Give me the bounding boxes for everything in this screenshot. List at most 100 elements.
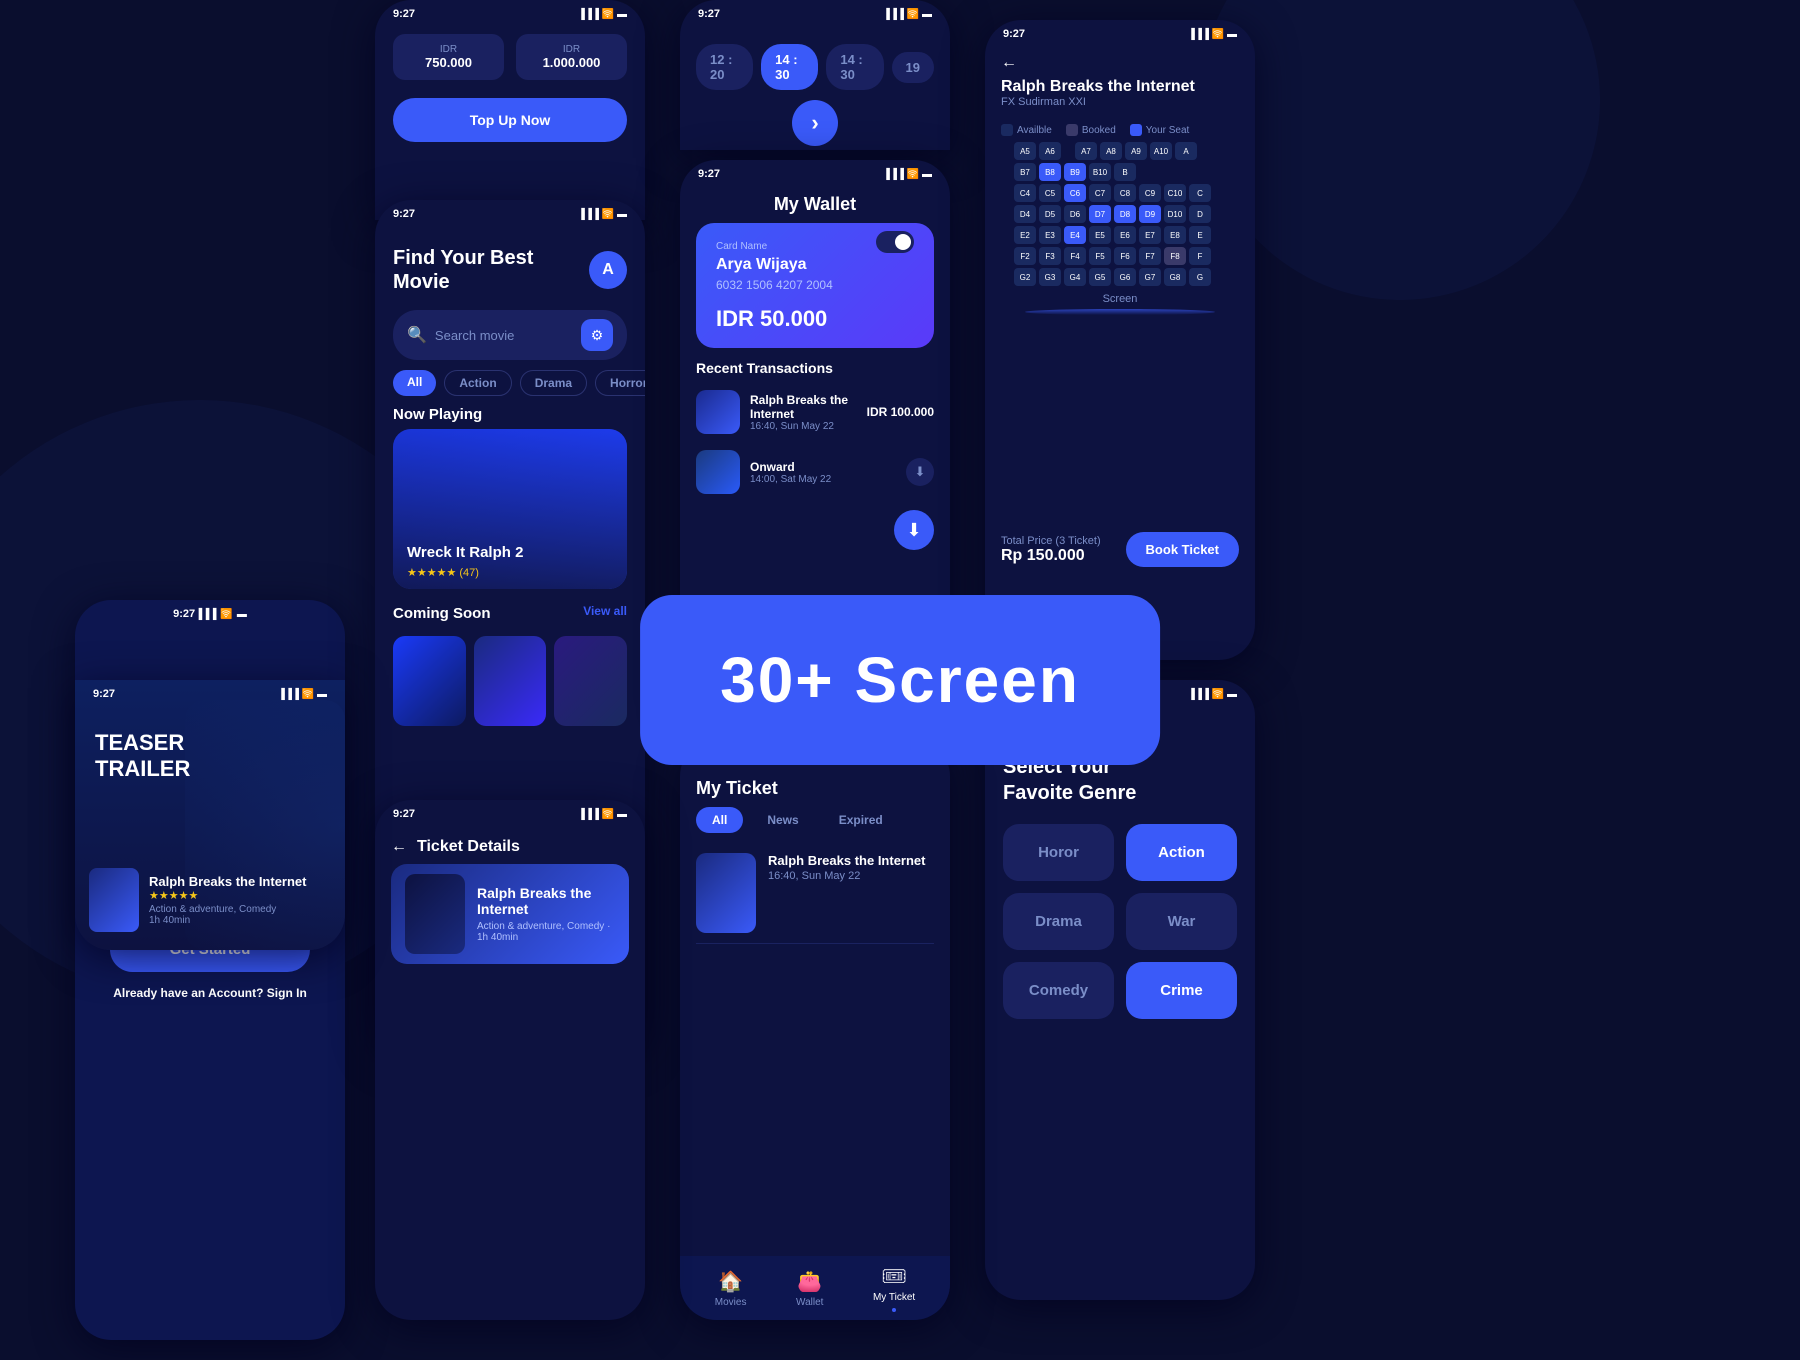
ticket-tab-all[interactable]: All	[696, 807, 743, 833]
ticket-item-1: Ralph Breaks the Internet 16:40, Sun May…	[680, 843, 950, 943]
seat-c10[interactable]: C10	[1164, 184, 1186, 202]
seat-e5[interactable]: E5	[1089, 226, 1111, 244]
seat-c9[interactable]: C9	[1139, 184, 1161, 202]
ticket-tabs: All News Expired	[680, 807, 950, 843]
nav-ticket-t[interactable]: 🎟 My Ticket	[873, 1264, 915, 1312]
time-chip-1430[interactable]: 14 : 30	[826, 44, 883, 90]
seat-d7[interactable]: D7	[1089, 205, 1111, 223]
coming-soon-card-2[interactable]	[474, 636, 547, 726]
seat-f8[interactable]: F8	[1164, 247, 1186, 265]
seat-f6[interactable]: F6	[1114, 247, 1136, 265]
seat-b8[interactable]: B8	[1039, 163, 1061, 181]
legend-available: Availble	[1001, 124, 1052, 136]
nav-wallet-t[interactable]: 👛 Wallet	[796, 1269, 823, 1308]
seat-d10[interactable]: D10	[1164, 205, 1186, 223]
seat-e6[interactable]: E6	[1114, 226, 1136, 244]
seat-b9[interactable]: B9	[1064, 163, 1086, 181]
seat-f2[interactable]: F2	[1014, 247, 1036, 265]
featured-movie-card[interactable]: Wreck It Ralph 2 ★★★★★ (47)	[393, 429, 627, 589]
seat-d8[interactable]: D8	[1114, 205, 1136, 223]
seat-g6[interactable]: G6	[1114, 268, 1136, 286]
seat-c4[interactable]: C4	[1014, 184, 1036, 202]
signin-prompt: Already have an Account? Sign In	[113, 986, 307, 1000]
seat-cinema: FX Sudirman XXI	[1001, 96, 1239, 108]
status-bar-wallet-full: 9:27 ▐▐▐ 🛜 ▬	[680, 160, 950, 184]
genre-drama[interactable]: Drama	[1003, 893, 1114, 950]
seat-au[interactable]: A	[1175, 142, 1197, 160]
view-all-link[interactable]: View all	[583, 604, 627, 618]
seat-e3[interactable]: E3	[1039, 226, 1061, 244]
seat-a10[interactable]: A10	[1150, 142, 1172, 160]
ticket-tab-expired[interactable]: Expired	[823, 807, 899, 833]
seat-d6[interactable]: D6	[1064, 205, 1086, 223]
seat-d5[interactable]: D5	[1039, 205, 1061, 223]
seat-g[interactable]: G	[1189, 268, 1211, 286]
seat-c7[interactable]: C7	[1089, 184, 1111, 202]
seat-footer: Total Price (3 Ticket) Rp 150.000 Book T…	[985, 522, 1255, 577]
seat-f[interactable]: F	[1189, 247, 1211, 265]
genre-tab-drama[interactable]: Drama	[520, 370, 587, 396]
filter-button[interactable]: ⚙	[581, 319, 613, 351]
time-chip-19[interactable]: 19	[892, 52, 934, 83]
topup-button[interactable]: Top Up Now	[393, 98, 627, 142]
coming-soon-card-1[interactable]	[393, 636, 466, 726]
nav-movies-t[interactable]: 🏠 Movies	[715, 1269, 747, 1308]
seat-f7[interactable]: F7	[1139, 247, 1161, 265]
genre-horor[interactable]: Horor	[1003, 824, 1114, 881]
sign-in-link[interactable]: Sign In	[267, 986, 307, 1000]
teaser-stars: ★★★★★	[149, 889, 307, 902]
seat-e4[interactable]: E4	[1064, 226, 1086, 244]
seat-f5[interactable]: F5	[1089, 247, 1111, 265]
seat-a5[interactable]: A5	[1014, 142, 1036, 160]
coming-soon-card-3[interactable]	[554, 636, 627, 726]
back-button-tdetail[interactable]: ←	[391, 838, 407, 856]
seat-c8[interactable]: C8	[1114, 184, 1136, 202]
genre-comedy[interactable]: Comedy	[1003, 962, 1114, 1019]
seat-d9[interactable]: D9	[1139, 205, 1161, 223]
seat-d[interactable]: D	[1189, 205, 1211, 223]
genre-war[interactable]: War	[1126, 893, 1237, 950]
time-chip-1430-selected[interactable]: 14 : 30	[761, 44, 818, 90]
next-button[interactable]: ›	[792, 100, 838, 146]
seat-e2[interactable]: E2	[1014, 226, 1036, 244]
coming-soon-label: Coming Soon	[393, 595, 491, 626]
seat-a9[interactable]: A9	[1125, 142, 1147, 160]
seat-a6[interactable]: A6	[1039, 142, 1061, 160]
seat-e8[interactable]: E8	[1164, 226, 1186, 244]
seat-b10[interactable]: B10	[1089, 163, 1111, 181]
seat-g7[interactable]: G7	[1139, 268, 1161, 286]
seat-b[interactable]: B	[1114, 163, 1136, 181]
genre-crime[interactable]: Crime	[1126, 962, 1237, 1019]
search-bar[interactable]: 🔍 Search movie ⚙	[393, 310, 627, 360]
seat-c6[interactable]: C6	[1064, 184, 1086, 202]
time-chip-1220[interactable]: 12 : 20	[696, 44, 753, 90]
trans-amount-1: IDR 100.000	[867, 405, 934, 419]
seat-g8[interactable]: G8	[1164, 268, 1186, 286]
seat-b7[interactable]: B7	[1014, 163, 1036, 181]
seat-f4[interactable]: F4	[1064, 247, 1086, 265]
seat-row-a: A5 A6 A7 A8 A9 A10 A	[995, 142, 1245, 160]
genre-tab-action[interactable]: Action	[444, 370, 511, 396]
seat-c[interactable]: C	[1189, 184, 1211, 202]
genre-action[interactable]: Action	[1126, 824, 1237, 881]
seat-a7[interactable]: A7	[1075, 142, 1097, 160]
seat-g4[interactable]: G4	[1064, 268, 1086, 286]
wallet-toggle[interactable]	[876, 231, 914, 253]
teaser-movie-info: Ralph Breaks the Internet ★★★★★ Action &…	[89, 868, 331, 932]
seat-row-d: D4 D5 D6 D7 D8 D9 D10 D	[995, 205, 1245, 223]
seat-g3[interactable]: G3	[1039, 268, 1061, 286]
seat-g5[interactable]: G5	[1089, 268, 1111, 286]
book-ticket-button[interactable]: Book Ticket	[1126, 532, 1239, 567]
ticket-tab-news[interactable]: News	[751, 807, 814, 833]
genre-tab-all[interactable]: All	[393, 370, 436, 396]
fab-download-button[interactable]: ⬇	[894, 510, 934, 550]
seat-c5[interactable]: C5	[1039, 184, 1061, 202]
seat-d4[interactable]: D4	[1014, 205, 1036, 223]
genre-tab-horror[interactable]: Horror	[595, 370, 645, 396]
seat-g2[interactable]: G2	[1014, 268, 1036, 286]
seat-a8[interactable]: A8	[1100, 142, 1122, 160]
seat-f3[interactable]: F3	[1039, 247, 1061, 265]
seat-e[interactable]: E	[1189, 226, 1211, 244]
back-button-seat[interactable]: ←	[1001, 54, 1239, 72]
seat-e7[interactable]: E7	[1139, 226, 1161, 244]
